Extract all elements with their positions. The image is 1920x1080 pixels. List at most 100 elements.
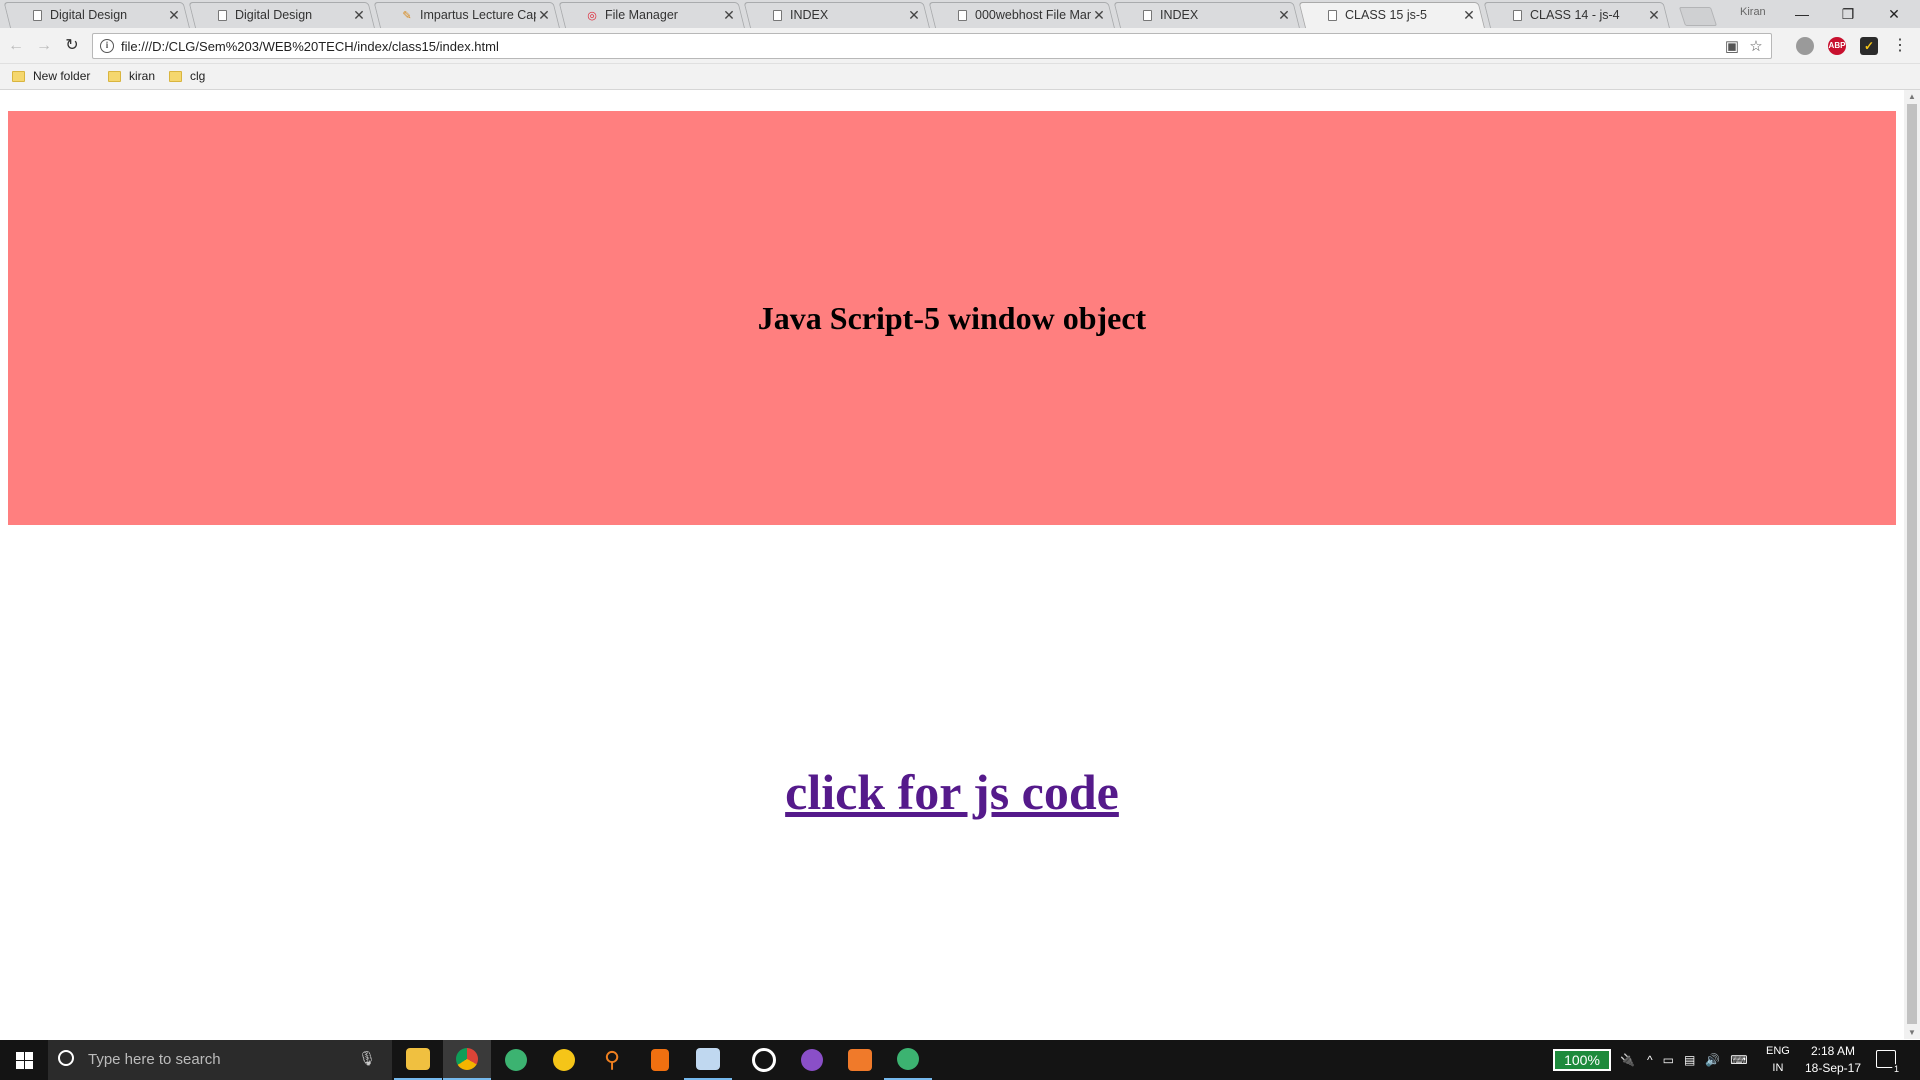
tab[interactable]: Digital Design ✕	[188, 2, 375, 28]
close-tab-icon[interactable]: ✕	[1276, 7, 1292, 24]
menu-dots-icon[interactable]: ⋮	[1888, 34, 1912, 58]
paint-icon	[696, 1048, 720, 1070]
page-icon	[955, 8, 969, 22]
close-tab-icon[interactable]: ✕	[536, 7, 552, 24]
vertical-scrollbar[interactable]: ▲ ▼	[1904, 90, 1920, 1039]
tab-active[interactable]: CLASS 15 js-5 ✕	[1298, 2, 1485, 28]
restore-icon[interactable]: ❐	[1826, 2, 1870, 26]
folder-app-icon	[406, 1048, 430, 1070]
app-globe-2[interactable]	[884, 1040, 932, 1080]
chrome-icon	[456, 1048, 478, 1070]
page-icon	[1140, 8, 1154, 22]
forward-arrow-icon[interactable]: →	[32, 34, 56, 58]
clock[interactable]: 2:18 AM 18-Sep-17	[1800, 1043, 1866, 1077]
page-icon	[1510, 8, 1524, 22]
reload-icon[interactable]: ↻	[60, 34, 84, 58]
app-sublime[interactable]	[636, 1040, 684, 1080]
browser-toolbar: ← → ↻ i file:///D:/CLG/Sem%203/WEB%20TEC…	[0, 28, 1920, 64]
close-tab-icon[interactable]: ✕	[721, 7, 737, 24]
magnifier-icon: ⚲	[603, 1047, 621, 1072]
bookmark-star-icon[interactable]: ☆	[1747, 38, 1765, 56]
globe-icon	[897, 1048, 919, 1070]
app-globe-1[interactable]	[492, 1040, 540, 1080]
keyboard-icon[interactable]: ⌨	[1730, 1053, 1747, 1067]
close-tab-icon[interactable]: ✕	[1646, 7, 1662, 24]
tab-title: Impartus Lecture Captu	[420, 8, 536, 22]
battery-icon[interactable]: ▭	[1663, 1053, 1674, 1067]
tab[interactable]: Digital Design ✕	[3, 2, 191, 28]
shield-extension-icon[interactable]	[1796, 37, 1814, 55]
header-banner: Java Script-5 window object	[8, 111, 1896, 525]
taskbar-search-box[interactable]: Type here to search 🎙	[48, 1040, 392, 1080]
back-arrow-icon[interactable]: ←	[4, 34, 28, 58]
app-norton[interactable]	[540, 1040, 588, 1080]
chrome-app[interactable]	[443, 1040, 491, 1080]
search-placeholder: Type here to search	[88, 1051, 221, 1068]
tab[interactable]: 000webhost File Manag ✕	[928, 2, 1115, 28]
action-center-icon[interactable]: 1	[1876, 1050, 1901, 1074]
system-tray-icons: 🔌 ^ ▭ ▤ 🔊 ⌨	[1620, 1040, 1748, 1080]
tab[interactable]: CLASS 14 - js-4 ✕	[1483, 2, 1670, 28]
app-search-tool[interactable]: ⚲	[588, 1040, 636, 1080]
folder-icon	[108, 70, 121, 82]
volume-icon[interactable]: 🔊	[1705, 1053, 1720, 1067]
tab[interactable]: INDEX ✕	[743, 2, 930, 28]
app-xampp[interactable]	[836, 1040, 884, 1080]
scroll-up-icon[interactable]: ▲	[1904, 92, 1920, 101]
microphone-icon[interactable]: 🎙	[358, 1050, 376, 1067]
minimize-icon[interactable]: —	[1780, 2, 1824, 26]
tab[interactable]: ✎ Impartus Lecture Captu ✕	[373, 2, 560, 28]
clock-date: 18-Sep-17	[1804, 1061, 1862, 1075]
start-button[interactable]	[0, 1040, 48, 1080]
url-text[interactable]: file:///D:/CLG/Sem%203/WEB%20TECH/index/…	[121, 39, 499, 54]
page-icon	[770, 8, 784, 22]
impartus-icon: ✎	[402, 9, 412, 22]
tab-title: Digital Design	[50, 8, 128, 22]
app-paint[interactable]	[684, 1040, 732, 1080]
folder-icon	[169, 70, 182, 82]
bookmark-kiran[interactable]: kiran	[108, 69, 155, 83]
purple-app-icon	[801, 1049, 823, 1071]
scrollbar-thumb[interactable]	[1907, 104, 1917, 1024]
page-icon	[1325, 8, 1339, 22]
file-explorer-app[interactable]	[394, 1040, 442, 1080]
network-icon[interactable]: ▤	[1684, 1053, 1695, 1067]
region-code: IN	[1772, 1062, 1784, 1074]
tab-title: 000webhost File Manag	[975, 8, 1091, 22]
tab-title: File Manager	[605, 8, 678, 22]
close-tab-icon[interactable]: ✕	[166, 7, 182, 24]
bookmark-new-folder[interactable]: New folder	[12, 69, 90, 83]
tab[interactable]: INDEX ✕	[1113, 2, 1300, 28]
close-window-icon[interactable]: ✕	[1872, 2, 1916, 26]
app-purple[interactable]	[788, 1040, 836, 1080]
chevron-up-icon[interactable]: ^	[1647, 1053, 1653, 1067]
profile-name[interactable]: Kiran	[1740, 6, 1766, 18]
app-target[interactable]	[740, 1040, 788, 1080]
page-viewport: Java Script-5 window object click for js…	[0, 90, 1904, 1039]
scroll-down-icon[interactable]: ▼	[1904, 1028, 1920, 1037]
info-icon[interactable]: i	[100, 39, 114, 53]
page-heading: Java Script-5 window object	[757, 299, 1147, 336]
close-tab-icon[interactable]: ✕	[351, 7, 367, 24]
tab-title: CLASS 15 js-5	[1345, 8, 1427, 22]
battery-indicator[interactable]: 100%	[1553, 1049, 1611, 1071]
new-tab-button[interactable]	[1678, 7, 1718, 26]
close-tab-icon[interactable]: ✕	[1461, 7, 1477, 24]
cortana-icon	[58, 1050, 74, 1066]
bookmark-clg[interactable]: clg	[169, 69, 205, 83]
address-bar[interactable]: i file:///D:/CLG/Sem%203/WEB%20TECH/inde…	[92, 33, 1772, 59]
cast-icon[interactable]: ▣	[1723, 38, 1741, 56]
file-manager-icon: ◎	[587, 9, 597, 22]
norton-icon	[553, 1049, 575, 1071]
language-indicator[interactable]: ENG IN	[1766, 1043, 1790, 1077]
windows-taskbar: Type here to search 🎙 ⚲ 100% 🔌 ^ ▭ ▤ 🔊 ⌨…	[0, 1040, 1920, 1080]
close-tab-icon[interactable]: ✕	[906, 7, 922, 24]
checkmark-extension-icon[interactable]: ✓	[1860, 37, 1878, 55]
tab[interactable]: ◎ File Manager ✕	[558, 2, 745, 28]
power-plug-icon[interactable]: 🔌	[1620, 1053, 1635, 1067]
sublime-icon	[651, 1049, 669, 1071]
close-tab-icon[interactable]: ✕	[1091, 7, 1107, 24]
adblock-plus-icon[interactable]: ABP	[1828, 37, 1846, 55]
js-code-link[interactable]: click for js code	[785, 764, 1119, 820]
folder-icon	[12, 70, 25, 82]
